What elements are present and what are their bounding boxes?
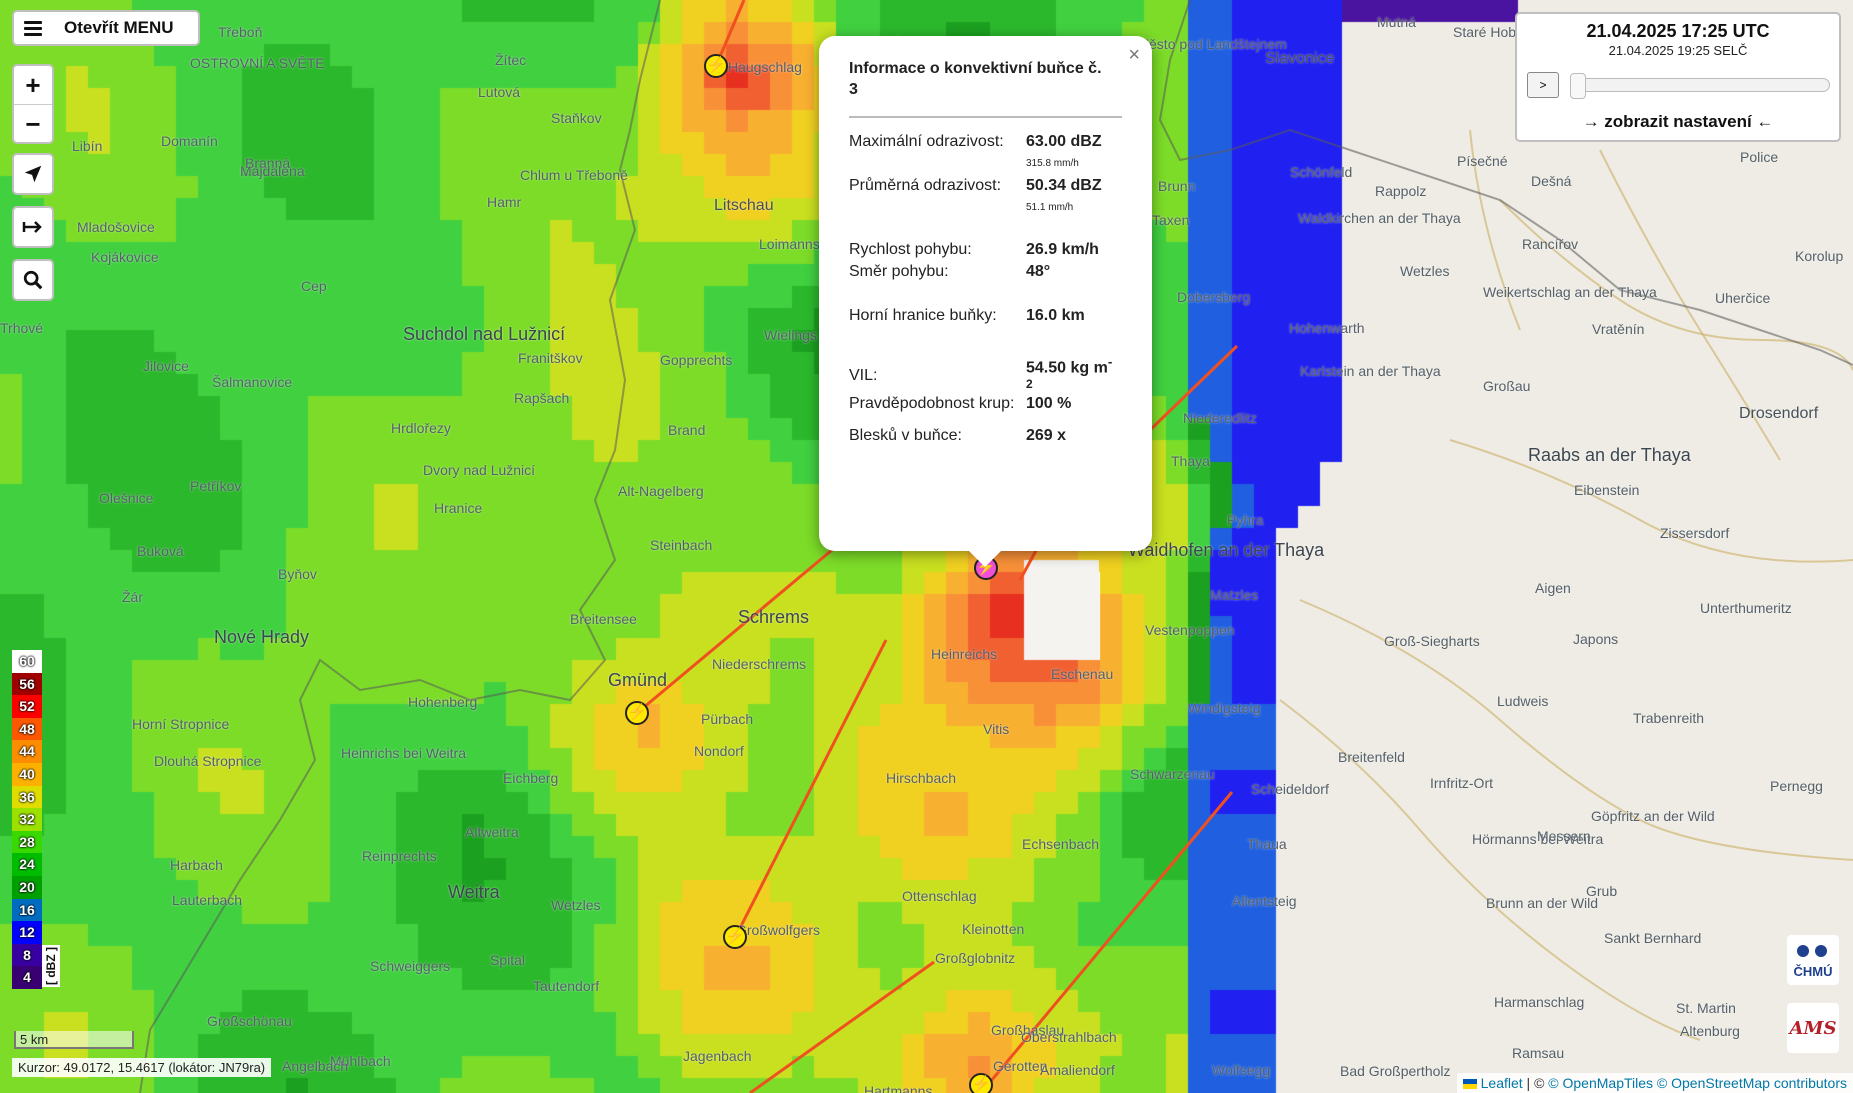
locate-button[interactable] <box>12 153 54 195</box>
attrib-sep: | © <box>1522 1075 1549 1091</box>
legend-level: 24 <box>12 853 42 876</box>
ams-logo-text: AMS <box>1789 1017 1837 1039</box>
popup-row-value: 269 x <box>1026 427 1067 444</box>
time-local: 21.04.2025 19:25 SELČ <box>1608 43 1748 58</box>
zoom-out-button[interactable]: − <box>14 105 52 143</box>
legend-level: 40 <box>12 762 42 786</box>
legend-level: 16 <box>12 898 42 922</box>
lightning-cell-icon[interactable]: ⚡ <box>723 925 747 949</box>
extent-button[interactable] <box>12 206 54 248</box>
zoom-in-button[interactable]: + <box>14 66 52 105</box>
cell-info-popup: × Informace o konvektivní buňce č. 3 Max… <box>819 36 1152 567</box>
popup-row-value: 50.34 dBZ <box>1026 177 1102 194</box>
hamburger-icon <box>24 18 42 39</box>
popup-row-sub: 51.1 mm/h <box>1026 202 1074 213</box>
play-button[interactable]: > <box>1527 72 1559 98</box>
time-slider-handle[interactable] <box>1570 73 1586 99</box>
dbz-legend: 60 56 52 48 44 40 36 32 28 24 20 16 12 8 4 <box>12 650 42 989</box>
popup-row-label: Směr pohybu: <box>849 263 949 280</box>
arrow-to-right-icon <box>22 221 42 233</box>
search-button[interactable] <box>12 259 54 301</box>
time-slider[interactable] <box>1572 78 1830 92</box>
popup-row-value: 54.50 kg m- 2 <box>1026 354 1113 392</box>
legend-level: 32 <box>12 808 42 831</box>
popup-row-value: 26.9 km/h <box>1026 241 1099 258</box>
roads <box>1279 129 1853 1041</box>
ukraine-flag-icon <box>1462 1079 1477 1090</box>
popup-row-value: 100 % <box>1026 395 1072 412</box>
legend-level: 56 <box>12 672 42 696</box>
time-control: 21.04.2025 17:25 UTC 21.04.2025 19:25 SE… <box>1515 12 1841 142</box>
location-arrow-icon <box>24 165 42 183</box>
legend-level: 60 <box>12 650 42 673</box>
chmu-mark-icon <box>1797 944 1827 957</box>
popup-row-value: 16.0 km <box>1026 307 1085 324</box>
search-icon <box>23 270 43 290</box>
popup-row-label: Blesků v buňce: <box>849 427 962 444</box>
popup-row-label: Maximální odrazivost: <box>849 133 1004 150</box>
popup-row-value: 48° <box>1026 263 1051 280</box>
lightning-cell-icon[interactable]: ⚡ <box>625 701 649 725</box>
popup-rows: Maximální odrazivost: 63.00 dBZ 315.8 mm/h… <box>849 132 1122 512</box>
legend-level: 12 <box>12 921 42 944</box>
ams-logo[interactable]: AMS <box>1787 1003 1839 1053</box>
legend-level: 28 <box>12 830 42 854</box>
popup-row-value: 63.00 dBZ <box>1026 133 1102 150</box>
legend-level: 20 <box>12 875 42 899</box>
chmu-logo[interactable]: ČHMÚ <box>1787 935 1839 985</box>
lightning-cell-icon[interactable]: ⚡ <box>704 54 728 78</box>
show-settings-link[interactable]: → zobrazit nastavení ← <box>1517 112 1839 132</box>
lightning-cell-icon[interactable]: ⚡ <box>969 1073 993 1093</box>
legend-unit: [ dBZ ] <box>42 945 60 987</box>
openmaptiles-link[interactable]: © OpenMapTiles <box>1548 1075 1653 1091</box>
legend-level: 4 <box>12 966 42 989</box>
leaflet-link[interactable]: Leaflet <box>1481 1075 1523 1091</box>
attribution: Leaflet | © © OpenMapTiles © OpenStreetM… <box>1456 1073 1853 1093</box>
legend-level: 36 <box>12 785 42 809</box>
popup-row-label: Pravděpodobnost krup: <box>849 395 1015 412</box>
popup-row-label: Rychlost pohybu: <box>849 241 972 258</box>
menu-label: Otevřít MENU <box>64 18 174 37</box>
popup-title: Informace o konvektivní buňce č. 3 <box>849 60 1102 98</box>
scale-bar: 5 km <box>14 1031 134 1049</box>
open-menu-button[interactable]: Otevřít MENU <box>12 10 200 46</box>
popup-row-label: Průměrná odrazivost: <box>849 177 1002 194</box>
popup-row-value-sup: - <box>1107 354 1113 369</box>
legend-level: 44 <box>12 740 42 763</box>
popup-row-label: VIL: <box>849 367 878 384</box>
popup-row-label: Horní hranice buňky: <box>849 307 997 324</box>
chmu-logo-text: ČHMÚ <box>1793 963 1833 979</box>
cursor-position: Kurzor: 49.0172, 15.4617 (lokátor: JN79r… <box>12 1058 272 1077</box>
legend-level: 8 <box>12 943 42 967</box>
zoom-control: + − <box>12 64 54 144</box>
legend-level: 52 <box>12 695 42 718</box>
close-popup-button[interactable]: × <box>1128 44 1140 67</box>
popup-divider <box>849 116 1122 118</box>
popup-row-value-exp: 2 <box>1026 377 1033 392</box>
popup-row-sub: 315.8 mm/h <box>1026 158 1079 169</box>
openstreetmap-link[interactable]: © OpenStreetMap contributors <box>1657 1075 1847 1091</box>
legend-level: 48 <box>12 717 42 741</box>
time-utc: 21.04.2025 17:25 UTC <box>1586 21 1770 41</box>
